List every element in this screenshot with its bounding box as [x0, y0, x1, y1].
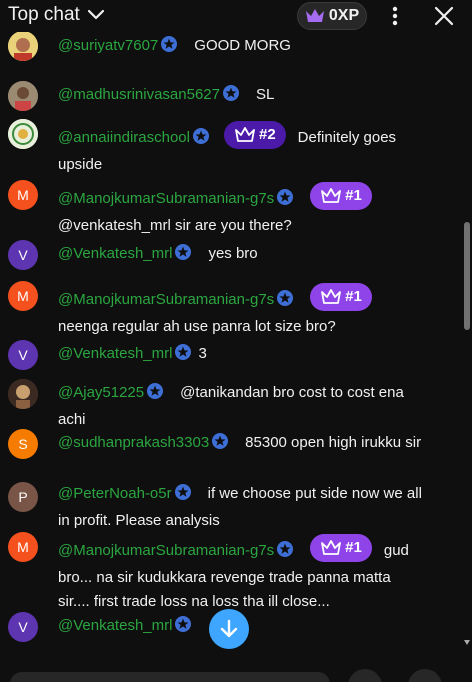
author-name[interactable]: @suriyatv7607	[58, 37, 158, 54]
xp-points-button[interactable]: 0XP	[297, 2, 367, 30]
avatar[interactable]	[8, 32, 38, 61]
avatar[interactable]: V	[8, 340, 38, 370]
close-button[interactable]	[430, 2, 458, 30]
profile-photo-icon	[8, 81, 38, 111]
author-name[interactable]: @madhusrinivasan5627	[58, 86, 220, 103]
avatar[interactable]	[8, 379, 38, 409]
profile-photo-icon	[8, 32, 38, 61]
rank-label: #1	[345, 539, 362, 556]
moderator-star-icon	[174, 243, 192, 269]
author-name[interactable]: @ManojkumarSubramanian-g7s	[58, 542, 274, 559]
rank-badge: #1	[310, 182, 372, 210]
moderator-star-icon	[174, 615, 192, 641]
crown-icon	[321, 188, 342, 203]
avatar-letter: V	[18, 347, 28, 363]
arrow-down-icon	[220, 619, 238, 638]
chat-input-bar	[0, 666, 472, 682]
message-text: neenga regular ah use panra lot size bro…	[58, 318, 336, 335]
emoji-button[interactable]	[348, 669, 382, 682]
chevron-down-icon	[87, 9, 104, 20]
message-text: SL	[256, 86, 275, 103]
avatar[interactable]: M	[8, 180, 38, 210]
scrollbar-thumb[interactable]	[464, 222, 470, 330]
avatar-letter: M	[17, 187, 29, 203]
author-name[interactable]: @ManojkumarSubramanian-g7s	[58, 190, 274, 207]
scroll-down-arrow-icon[interactable]	[464, 640, 470, 645]
rank-badge: #1	[310, 534, 372, 562]
avatar[interactable]: P	[8, 482, 38, 512]
chat-header: Top chat 0XP	[0, 0, 472, 32]
author-name[interactable]: @Venkatesh_mrl	[58, 245, 172, 262]
rank-label: #2	[258, 126, 276, 143]
message-text: GOOD MORG	[194, 37, 291, 54]
author-name[interactable]: @Venkatesh_mrl	[58, 617, 172, 634]
profile-photo-icon	[8, 379, 38, 409]
avatar[interactable]	[8, 119, 38, 149]
author-name[interactable]: @sudhanprakash3303	[58, 434, 209, 451]
moderator-star-icon	[174, 483, 192, 509]
moderator-star-icon	[146, 382, 164, 408]
super-chat-button[interactable]	[408, 669, 442, 682]
message-text: yes bro	[208, 245, 258, 262]
chat-input-field[interactable]	[10, 672, 330, 682]
avatar[interactable]: S	[8, 429, 38, 459]
avatar-letter: V	[18, 247, 28, 263]
close-icon	[434, 6, 454, 26]
moderator-star-icon	[174, 343, 192, 369]
moderator-star-icon	[222, 84, 240, 110]
rank-label: #1	[345, 288, 362, 305]
avatar-letter: V	[18, 619, 28, 635]
more-options-button[interactable]	[381, 2, 409, 30]
crown-icon	[235, 127, 255, 142]
crown-icon	[321, 289, 342, 304]
rank-badge: #2	[223, 121, 286, 149]
author-name[interactable]: @ManojkumarSubramanian-g7s	[58, 291, 274, 308]
author-name[interactable]: @Ajay51225	[58, 384, 144, 401]
avatar-letter: S	[18, 436, 28, 452]
chat-scrollbar[interactable]	[462, 32, 472, 682]
author-name[interactable]: @Venkatesh_mrl	[58, 345, 172, 362]
moderator-star-icon	[160, 35, 178, 61]
chat-message-list[interactable]: @suriyatv7607 GOOD MORG @madhusrinivasan5…	[0, 32, 462, 682]
top-chat-dropdown[interactable]: Top chat	[8, 4, 106, 26]
author-name[interactable]: @PeterNoah-o5r	[58, 485, 172, 502]
more-vert-icon	[392, 6, 398, 26]
avatar-letter: P	[18, 489, 28, 505]
scroll-to-bottom-button[interactable]	[209, 609, 249, 649]
moderator-star-icon	[211, 432, 229, 458]
xp-label: 0XP	[328, 7, 360, 24]
rank-badge: #1	[310, 283, 372, 311]
school-logo-icon	[8, 119, 38, 149]
moderator-star-icon	[276, 188, 294, 214]
avatar[interactable]	[8, 81, 38, 111]
message-text: 3	[198, 345, 207, 362]
chat-mode-label: Top chat	[8, 4, 80, 25]
avatar[interactable]: V	[8, 240, 38, 270]
rank-label: #1	[345, 187, 362, 204]
avatar-letter: M	[17, 288, 29, 304]
moderator-star-icon	[276, 289, 294, 315]
author-name[interactable]: @annaiindiraschool	[58, 129, 190, 146]
message-text: @venkatesh_mrl sir are you there?	[58, 217, 292, 234]
message-text: 85300 open high irukku sir	[245, 434, 422, 451]
moderator-star-icon	[276, 540, 294, 566]
avatar[interactable]: M	[8, 532, 38, 562]
moderator-star-icon	[192, 127, 210, 153]
avatar[interactable]: M	[8, 281, 38, 311]
avatar[interactable]: V	[8, 612, 38, 642]
crown-icon	[305, 9, 324, 22]
avatar-letter: M	[17, 539, 29, 555]
crown-icon	[321, 540, 342, 555]
